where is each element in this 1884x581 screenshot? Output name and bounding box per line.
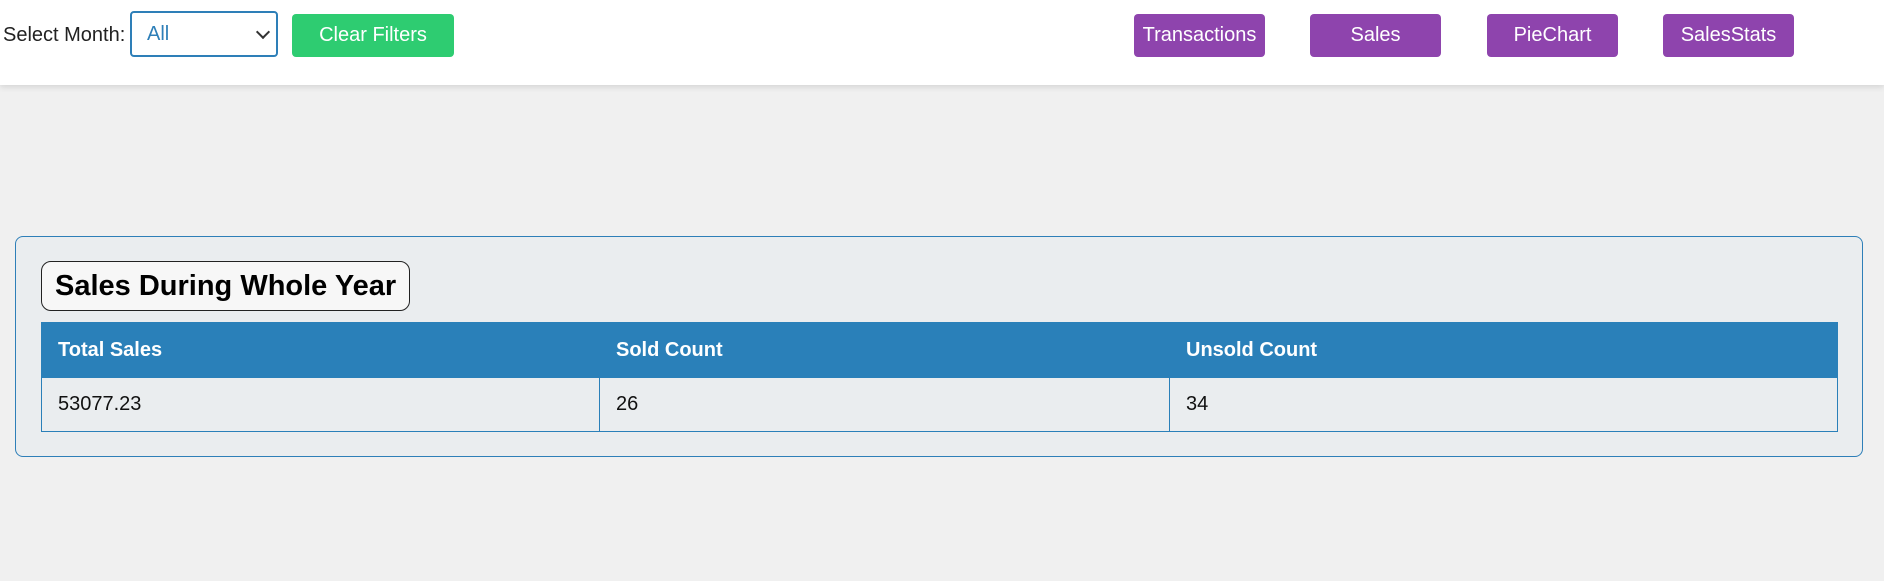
cell-unsold-count: 34 [1169, 377, 1838, 432]
month-select-value: All [147, 23, 170, 45]
sales-button[interactable]: Sales [1310, 14, 1441, 57]
top-toolbar: Select Month: All Clear Filters Transact… [0, 0, 1884, 85]
transactions-button[interactable]: Transactions [1134, 14, 1265, 57]
sales-stats-card: Sales During Whole Year Total Sales Sold… [15, 236, 1863, 457]
header-sold-count: Sold Count [599, 322, 1170, 378]
card-title: Sales During Whole Year [41, 261, 411, 311]
table-row: 53077.23 26 34 [41, 377, 1838, 432]
cell-total-sales: 53077.23 [41, 377, 600, 432]
piechart-button[interactable]: PieChart [1487, 14, 1618, 57]
clear-filters-button[interactable]: Clear Filters [292, 14, 454, 57]
chevron-down-icon [255, 24, 271, 40]
header-total-sales: Total Sales [41, 322, 600, 378]
header-unsold-count: Unsold Count [1169, 322, 1838, 378]
sales-stats-table: Total Sales Sold Count Unsold Count 5307… [41, 322, 1838, 432]
salesstats-button[interactable]: SalesStats [1663, 14, 1794, 57]
month-select[interactable]: All [130, 11, 278, 57]
cell-sold-count: 26 [599, 377, 1170, 432]
month-filter-label: Select Month: [3, 24, 126, 46]
table-header-row: Total Sales Sold Count Unsold Count [41, 322, 1838, 378]
